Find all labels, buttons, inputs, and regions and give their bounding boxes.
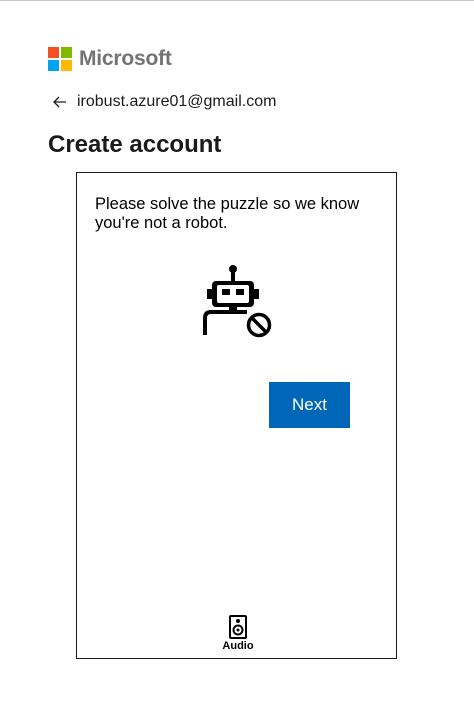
page-title: Create account [48, 131, 222, 158]
top-border [0, 0, 474, 1]
audio-label: Audio [222, 640, 254, 652]
microsoft-logo-icon [48, 47, 72, 71]
account-email: irobust.azure01@gmail.com [77, 93, 277, 110]
puzzle-prompt: Please solve the puzzle so we know you'r… [95, 195, 360, 232]
puzzle-frame: Please solve the puzzle so we know you'r… [76, 172, 397, 659]
robot-blocked-icon [203, 265, 272, 338]
brand-name: Microsoft [79, 47, 172, 70]
audio-button[interactable]: Audio [216, 615, 260, 652]
arrow-left-icon[interactable] [52, 94, 68, 110]
microsoft-logo: Microsoft [48, 47, 172, 71]
speaker-icon [229, 615, 247, 639]
next-button[interactable]: Next [269, 382, 350, 428]
identity-row: irobust.azure01@gmail.com [52, 93, 276, 111]
